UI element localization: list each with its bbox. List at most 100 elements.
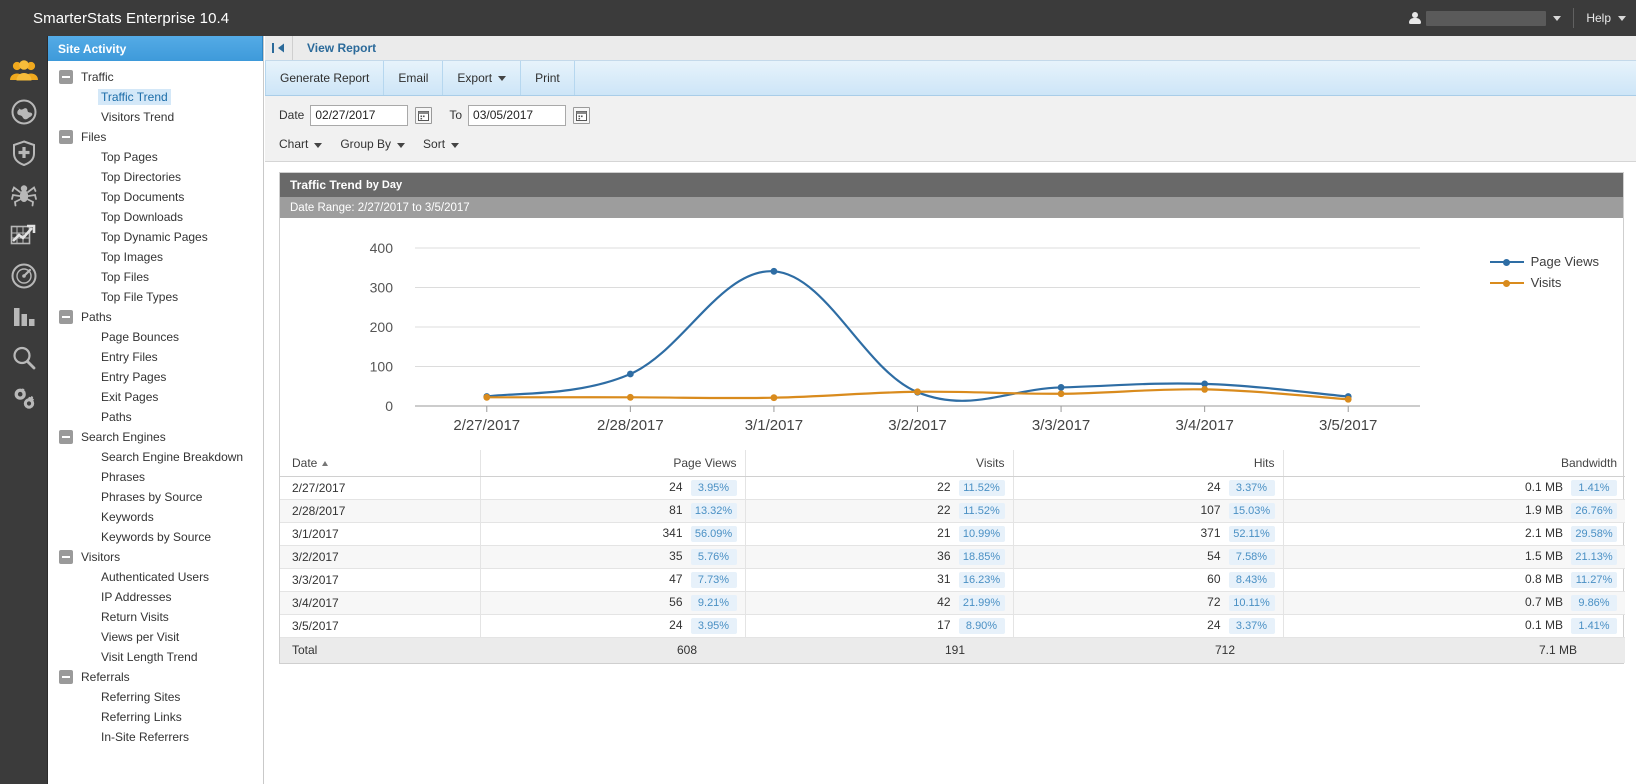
sidebar-item-label: Visit Length Trend <box>101 650 198 664</box>
sidebar-item-return-visits[interactable]: Return Visits <box>48 607 263 627</box>
sidebar-item-top-images[interactable]: Top Images <box>48 247 263 267</box>
sidebar-item-visit-length-trend[interactable]: Visit Length Trend <box>48 647 263 667</box>
print-button[interactable]: Print <box>521 61 575 95</box>
sidebar-item-label: Traffic Trend <box>98 89 171 105</box>
svg-text:3/1/2017: 3/1/2017 <box>745 417 803 434</box>
collapse-toggle-icon[interactable] <box>59 430 73 444</box>
tree-group-traffic[interactable]: Traffic <box>48 67 263 87</box>
sidebar-item-keywords[interactable]: Keywords <box>48 507 263 527</box>
rail-item-performance[interactable] <box>0 255 48 296</box>
cell-visits-value: 17 <box>937 617 951 632</box>
help-menu[interactable]: Help <box>1586 11 1611 25</box>
rail-item-security[interactable] <box>0 132 48 173</box>
report-title-suffix: by Day <box>366 179 403 191</box>
collapse-toggle-icon[interactable] <box>59 670 73 684</box>
date-from-calendar-button[interactable] <box>415 106 433 124</box>
tree-group-files[interactable]: Files <box>48 127 263 147</box>
sidebar-item-top-downloads[interactable]: Top Downloads <box>48 207 263 227</box>
table-row[interactable]: 3/3/2017 47 7.73% 31 16.23% 60 8.43% 0.8 MB 11.2… <box>280 568 1625 592</box>
sidebar-item-paths[interactable]: Paths <box>48 407 263 427</box>
sidebar-item-exit-pages[interactable]: Exit Pages <box>48 387 263 407</box>
sidebar-item-top-file-types[interactable]: Top File Types <box>48 287 263 307</box>
legend-item-visits[interactable]: Visits <box>1489 272 1599 293</box>
rail-item-settings[interactable] <box>0 378 48 419</box>
tree-group-visitors[interactable]: Visitors <box>48 547 263 567</box>
date-to-calendar-button[interactable] <box>573 106 591 124</box>
table-row[interactable]: 3/4/2017 56 9.21% 42 21.99% 72 10.11% 0.7 MB 9.8… <box>280 591 1625 615</box>
column-header-hits[interactable]: Hits <box>1012 450 1283 477</box>
legend-item-page-views[interactable]: Page Views <box>1489 251 1599 272</box>
rail-item-bots-spiders[interactable] <box>0 173 48 214</box>
collapse-toggle-icon[interactable] <box>59 70 73 84</box>
group-by-chevron-down-icon <box>397 143 406 148</box>
tree-group-label: Visitors <box>81 550 121 564</box>
table-row[interactable]: 3/2/2017 35 5.76% 36 18.85% 54 7.58% 1.5 MB 21.1… <box>280 545 1625 569</box>
column-header-visits[interactable]: Visits <box>744 450 1013 477</box>
table-row[interactable]: 2/27/2017 24 3.95% 22 11.52% 24 3.37% 0.1 MB 1.4… <box>280 476 1625 500</box>
column-header-date[interactable]: Date <box>280 450 480 477</box>
collapse-toggle-icon[interactable] <box>59 130 73 144</box>
table-row[interactable]: 3/1/2017 341 56.09% 21 10.99% 371 52.11% 2.1 MB… <box>280 522 1625 546</box>
help-chevron-down-icon[interactable] <box>1618 15 1626 21</box>
svg-text:2/27/2017: 2/27/2017 <box>453 417 520 434</box>
sidebar-item-visitors-trend[interactable]: Visitors Trend <box>48 107 263 127</box>
email-button[interactable]: Email <box>384 61 444 95</box>
sidebar-item-traffic-trend[interactable]: Traffic Trend <box>48 87 263 107</box>
tab-view-report[interactable]: View Report <box>293 36 391 60</box>
generate-report-button[interactable]: Generate Report <box>265 61 385 95</box>
group-by-menu[interactable]: Group By <box>340 137 406 151</box>
svg-text:0: 0 <box>385 398 393 414</box>
top-bar: SmarterStats Enterprise 10.4 Help <box>0 0 1636 36</box>
date-from-input[interactable] <box>310 104 409 126</box>
rail-item-server-activity[interactable] <box>0 91 48 132</box>
sidebar-item-search-engine-breakdown[interactable]: Search Engine Breakdown <box>48 447 263 467</box>
sidebar-item-authenticated-users[interactable]: Authenticated Users <box>48 567 263 587</box>
column-header-date-label: Date <box>292 455 318 470</box>
sidebar-item-phrases-by-source[interactable]: Phrases by Source <box>48 487 263 507</box>
rail-item-site-activity[interactable] <box>0 50 48 91</box>
sidebar-item-top-documents[interactable]: Top Documents <box>48 187 263 207</box>
date-to-input[interactable] <box>468 104 567 126</box>
sidebar-item-top-directories[interactable]: Top Directories <box>48 167 263 187</box>
svg-text:100: 100 <box>370 359 394 375</box>
sidebar-item-keywords-by-source[interactable]: Keywords by Source <box>48 527 263 547</box>
collapse-sidebar-button[interactable] <box>265 36 293 60</box>
sidebar-item-referring-links[interactable]: Referring Links <box>48 707 263 727</box>
sidebar-item-phrases[interactable]: Phrases <box>48 467 263 487</box>
user-name-field[interactable] <box>1426 10 1547 26</box>
column-header-page-views[interactable]: Page Views <box>479 450 745 477</box>
cell-page-views-value: 24 <box>669 617 683 632</box>
tree-group-search-engines[interactable]: Search Engines <box>48 427 263 447</box>
cell-page-views-percent: 7.73% <box>690 571 737 588</box>
sidebar-item-top-files[interactable]: Top Files <box>48 267 263 287</box>
collapse-toggle-icon[interactable] <box>59 550 73 564</box>
rail-item-trends[interactable] <box>0 214 48 255</box>
user-menu-chevron-down-icon[interactable] <box>1553 15 1562 21</box>
sort-menu-label: Sort <box>423 137 446 151</box>
sidebar-item-referring-sites[interactable]: Referring Sites <box>48 687 263 707</box>
rail-item-reports[interactable] <box>0 296 48 337</box>
sidebar-item-ip-addresses[interactable]: IP Addresses <box>48 587 263 607</box>
table-row[interactable]: 3/5/2017 24 3.95% 17 8.90% 24 3.37% 0.1 MB 1.41% <box>280 614 1625 638</box>
total-bandwidth: 7.1 MB <box>1283 636 1625 663</box>
svg-text:3/4/2017: 3/4/2017 <box>1175 417 1233 434</box>
chart-menu[interactable]: Chart <box>279 137 323 151</box>
collapse-toggle-icon[interactable] <box>59 310 73 324</box>
tree-group-referrals[interactable]: Referrals <box>48 667 263 687</box>
sidebar-item-entry-pages[interactable]: Entry Pages <box>48 367 263 387</box>
sidebar-item-top-pages[interactable]: Top Pages <box>48 147 263 167</box>
user-icon <box>1408 11 1422 25</box>
sidebar-item-page-bounces[interactable]: Page Bounces <box>48 327 263 347</box>
column-header-bandwidth[interactable]: Bandwidth <box>1282 450 1625 477</box>
sidebar-item-in-site-referrers[interactable]: In-Site Referrers <box>48 727 263 747</box>
sidebar-item-views-per-visit[interactable]: Views per Visit <box>48 627 263 647</box>
magnifier-icon <box>12 346 35 369</box>
sidebar-item-top-dynamic-pages[interactable]: Top Dynamic Pages <box>48 227 263 247</box>
table-row[interactable]: 2/28/2017 81 13.32% 22 11.52% 107 15.03% 1.9 MB… <box>280 499 1625 523</box>
sidebar-item-entry-files[interactable]: Entry Files <box>48 347 263 367</box>
sort-menu[interactable]: Sort <box>423 137 460 151</box>
cell-bandwidth-value: 0.1 MB <box>1524 479 1563 494</box>
rail-item-search[interactable] <box>0 337 48 378</box>
tree-group-paths[interactable]: Paths <box>48 307 263 327</box>
export-button[interactable]: Export <box>443 61 522 95</box>
